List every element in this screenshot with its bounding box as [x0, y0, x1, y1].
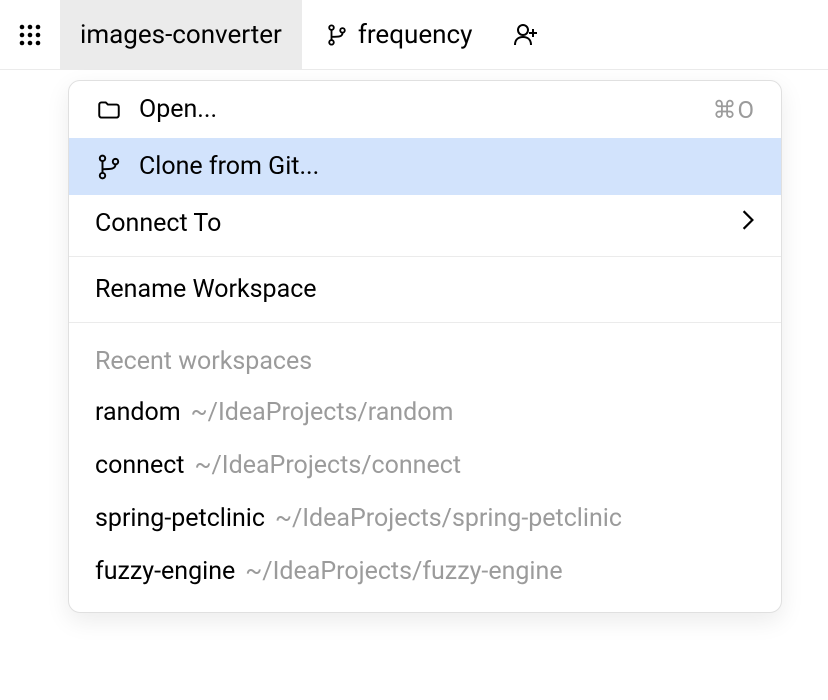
recent-name: random: [95, 398, 181, 427]
recent-name: connect: [95, 451, 184, 480]
recent-path: ~/IdeaProjects/fuzzy-engine: [245, 557, 562, 586]
menu-rename-workspace[interactable]: Rename Workspace: [69, 261, 781, 318]
tab-label: frequency: [358, 20, 473, 50]
recent-workspaces-list: random ~/IdeaProjects/random connect ~/I…: [69, 386, 781, 612]
add-user-button[interactable]: [496, 0, 556, 70]
folder-icon: [95, 97, 123, 123]
recent-workspace-item[interactable]: spring-petclinic ~/IdeaProjects/spring-p…: [69, 492, 781, 545]
menu-shortcut: ⌘O: [712, 96, 755, 124]
menu-label: Open...: [139, 95, 696, 124]
recent-workspace-item[interactable]: random ~/IdeaProjects/random: [69, 386, 781, 439]
tab-images-converter[interactable]: images-converter: [60, 0, 302, 70]
recent-path: ~/IdeaProjects/connect: [194, 451, 461, 480]
recent-workspaces-header: Recent workspaces: [69, 327, 781, 386]
recent-path: ~/IdeaProjects/spring-petclinic: [275, 504, 622, 533]
tab-label: images-converter: [80, 20, 282, 50]
apps-grid-icon[interactable]: [16, 21, 44, 49]
git-branch-icon: [95, 154, 123, 180]
recent-workspace-item[interactable]: connect ~/IdeaProjects/connect: [69, 439, 781, 492]
recent-path: ~/IdeaProjects/random: [191, 398, 454, 427]
recent-name: fuzzy-engine: [95, 557, 235, 586]
menu-label: Clone from Git...: [139, 152, 755, 181]
divider: [69, 322, 781, 323]
divider: [69, 256, 781, 257]
git-branch-icon: [326, 24, 348, 46]
menu-clone-from-git[interactable]: Clone from Git...: [69, 138, 781, 195]
menu-label: Connect To: [95, 209, 725, 238]
recent-workspace-item[interactable]: fuzzy-engine ~/IdeaProjects/fuzzy-engine: [69, 545, 781, 598]
tab-frequency[interactable]: frequency: [306, 0, 493, 70]
menu-connect-to[interactable]: Connect To: [69, 195, 781, 252]
recent-name: spring-petclinic: [95, 504, 265, 533]
menu-open[interactable]: Open... ⌘O: [69, 81, 781, 138]
workspace-dropdown: Open... ⌘O Clone from Git... Connect To …: [68, 80, 782, 613]
chevron-right-icon: [741, 209, 755, 238]
toolbar: images-converter frequency: [0, 0, 828, 70]
menu-label: Rename Workspace: [95, 275, 755, 304]
